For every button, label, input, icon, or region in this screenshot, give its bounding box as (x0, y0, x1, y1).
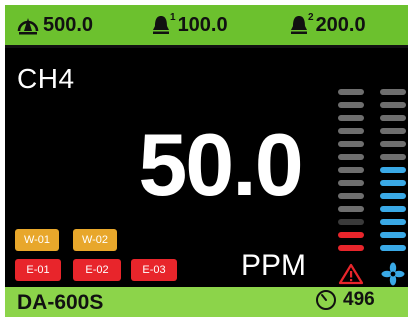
concentration-level-segment (380, 219, 406, 225)
alarm-level-segment (338, 102, 364, 108)
alarm-level-segment (338, 154, 364, 160)
alarm1-readout: 1 100.0 (151, 5, 228, 45)
alarm-level-segment (338, 167, 364, 173)
concentration-level-segment (380, 115, 406, 121)
model-name: DA-600S (17, 291, 104, 314)
top-bar-divider (5, 45, 408, 48)
counter-readout: 496 (315, 289, 375, 311)
gas-reading-value: 50.0 (138, 115, 303, 214)
main-range-readout: 500.0 (15, 5, 93, 45)
concentration-level-segment (380, 154, 406, 160)
main-range-value: 500.0 (43, 13, 94, 36)
concentration-level-segment (380, 128, 406, 134)
device-screen: 500.0 1 100.0 2 200.0 CH4 50.0 PPM W-01 … (5, 5, 408, 317)
error-badge-1: E-01 (15, 259, 61, 281)
unit-label: PPM (241, 249, 307, 282)
alarm-level-segment (338, 232, 364, 238)
alarm-level-segment (338, 128, 364, 134)
error-badge-3: E-03 (131, 259, 177, 281)
timer-icon (316, 290, 336, 310)
alarm-bell-icon (153, 16, 169, 34)
alarm-level-segment (338, 115, 364, 121)
alarm-level-segment (338, 193, 364, 199)
gas-type-label: CH4 (17, 63, 75, 94)
concentration-level-segment (380, 232, 406, 238)
warning-badge-2: W-02 (73, 229, 117, 251)
error-badge-2: E-02 (73, 259, 121, 281)
fan-icon (381, 262, 405, 286)
concentration-level-segment (380, 206, 406, 212)
concentration-level-segment (380, 167, 406, 173)
alarm-level-segment (338, 180, 364, 186)
alarm-level-segment (338, 245, 364, 251)
main-sensor-icon (17, 18, 39, 35)
warning-badge-1: W-01 (15, 229, 59, 251)
concentration-level-segment (380, 89, 406, 95)
alarm-level-segment (338, 89, 364, 95)
alarm1-value: 100.0 (177, 13, 228, 36)
alarm2-readout: 2 200.0 (289, 5, 366, 45)
top-status-bar: 500.0 1 100.0 2 200.0 (5, 5, 408, 48)
concentration-level-segment (380, 180, 406, 186)
alarm-bell-icon (291, 16, 307, 34)
alarm-warning-icon (338, 263, 364, 285)
concentration-level-segment (380, 102, 406, 108)
alarm-level-segment (338, 141, 364, 147)
concentration-level-segment (380, 193, 406, 199)
alarm1-level: 1 (170, 11, 176, 23)
counter-value: 496 (343, 289, 375, 310)
alarm-level-segment (338, 206, 364, 212)
alarm2-level: 2 (308, 11, 314, 23)
concentration-level-segment (380, 245, 406, 251)
alarm-level-segment (338, 219, 364, 225)
concentration-level-segment (380, 141, 406, 147)
alarm2-value: 200.0 (315, 13, 366, 36)
